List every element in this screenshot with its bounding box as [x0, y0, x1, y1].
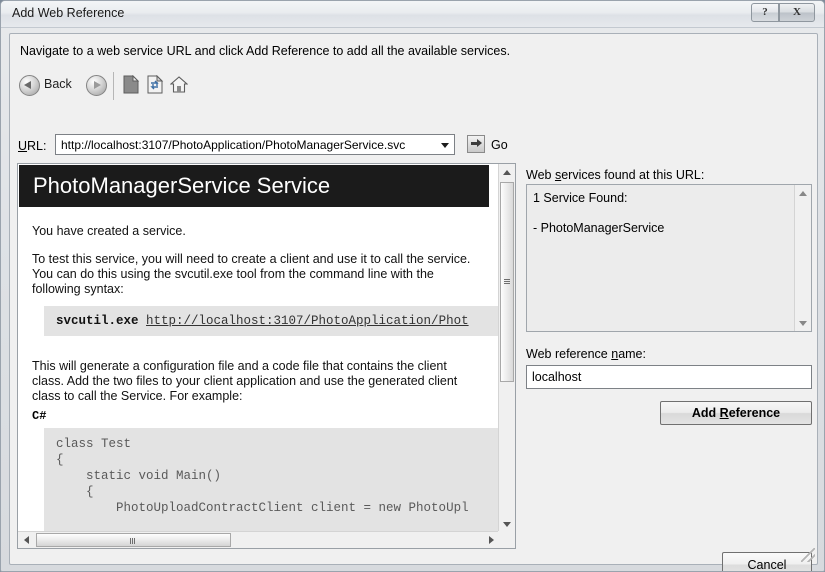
service-paragraph-3: This will generate a configuration file … — [32, 359, 458, 403]
scroll-down-arrow-icon[interactable] — [795, 315, 811, 331]
resize-grip[interactable] — [801, 548, 815, 562]
scrollbar-corner — [498, 531, 515, 548]
vertical-scroll-thumb[interactable] — [500, 182, 514, 382]
code-sample-block: class Test { static void Main() { PhotoU… — [44, 428, 498, 532]
dialog-client-area: Navigate to a web service URL and click … — [9, 33, 818, 571]
scroll-up-arrow-icon[interactable] — [499, 164, 515, 180]
web-browser-pane: PhotoManagerService Service You have cre… — [17, 163, 516, 549]
navigation-toolbar: Back — [16, 70, 196, 104]
reference-name-label: Web reference name: — [526, 347, 646, 361]
services-count-text: 1 Service Found: — [533, 191, 628, 205]
back-button-label[interactable]: Back — [44, 77, 72, 91]
service-paragraph-2: To test this service, you will need to c… — [32, 252, 471, 296]
url-label: URL: — [18, 139, 47, 153]
horizontal-scroll-thumb[interactable] — [36, 533, 231, 547]
instructions-text: Navigate to a web service URL and click … — [20, 44, 511, 58]
help-button[interactable]: ? — [751, 3, 779, 22]
scroll-up-arrow-icon[interactable] — [795, 185, 811, 201]
forward-arrow-icon[interactable] — [86, 75, 107, 96]
scroll-left-arrow-icon[interactable] — [18, 532, 34, 548]
home-icon[interactable] — [169, 75, 189, 94]
toolbar-separator — [113, 72, 114, 100]
svcutil-command-block: svcutil.exe http://localhost:3107/PhotoA… — [44, 306, 498, 336]
title-bar[interactable]: Add Web Reference ? X — [1, 1, 824, 28]
code-language-label: C# — [32, 409, 47, 423]
services-list-scrollbar[interactable] — [794, 185, 811, 331]
refresh-page-icon[interactable] — [146, 74, 164, 94]
browser-document: PhotoManagerService Service You have cre… — [18, 164, 498, 532]
svcutil-command-url[interactable]: http://localhost:3107/PhotoApplication/P… — [146, 314, 469, 328]
svcutil-command-prefix: svcutil.exe — [56, 314, 147, 328]
add-web-reference-dialog: Add Web Reference ? X Navigate to a web … — [0, 0, 825, 572]
window-title: Add Web Reference — [12, 6, 125, 20]
list-item[interactable]: - PhotoManagerService — [533, 221, 664, 235]
url-combobox[interactable]: http://localhost:3107/PhotoApplication/P… — [55, 134, 455, 155]
cancel-button[interactable]: Cancel — [722, 552, 812, 571]
service-paragraph-1: You have created a service. — [32, 224, 186, 238]
browser-vertical-scrollbar[interactable] — [498, 164, 515, 532]
chevron-down-icon[interactable] — [436, 135, 454, 154]
services-found-list[interactable]: 1 Service Found: - PhotoManagerService — [526, 184, 812, 332]
add-reference-button[interactable]: Add Reference — [660, 401, 812, 425]
go-arrow-icon[interactable] — [467, 135, 485, 153]
reference-name-input[interactable] — [526, 365, 812, 389]
back-arrow-icon[interactable] — [19, 75, 40, 96]
stop-page-icon[interactable] — [122, 74, 140, 94]
service-header-bar: PhotoManagerService Service — [19, 165, 489, 207]
go-button-label[interactable]: Go — [491, 138, 508, 152]
service-title: PhotoManagerService Service — [33, 173, 331, 198]
code-sample-text: class Test { static void Main() { PhotoU… — [56, 437, 469, 515]
scroll-down-arrow-icon[interactable] — [499, 516, 515, 532]
close-button[interactable]: X — [779, 3, 815, 22]
url-input-value[interactable]: http://localhost:3107/PhotoApplication/P… — [61, 138, 405, 152]
svcutil-command-text: svcutil.exe http://localhost:3107/PhotoA… — [56, 314, 469, 328]
services-found-label: Web services found at this URL: — [526, 168, 705, 182]
browser-horizontal-scrollbar[interactable] — [18, 531, 500, 548]
